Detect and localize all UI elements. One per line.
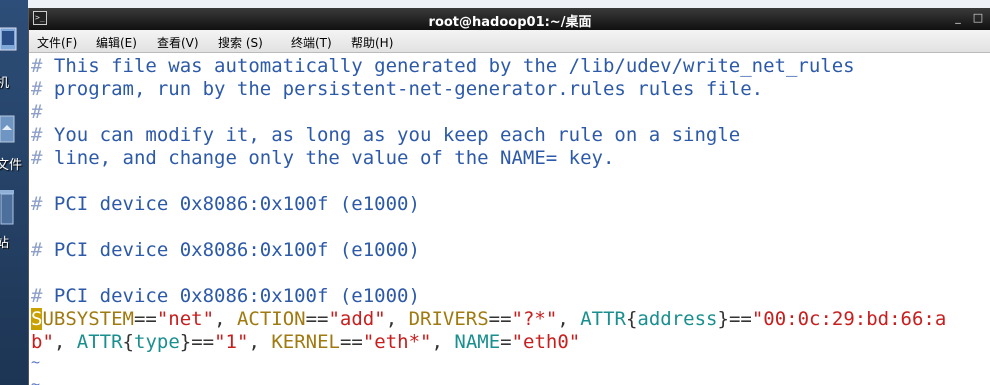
- terminal-line: # You can modify it, as long as you keep…: [31, 124, 741, 146]
- udev-rule-line-1: SUBSYSTEM=="net", ACTION=="add", DRIVERS…: [31, 308, 947, 330]
- terminal-line: # This file was automatically generated …: [31, 55, 855, 77]
- menu-file[interactable]: 文件(F): [37, 34, 77, 51]
- window-titlebar[interactable]: >_ root@hadoop01:~/桌面 _ □: [29, 8, 990, 30]
- home-folder-icon: [0, 115, 15, 143]
- empty-line-tilde: ~: [31, 353, 41, 371]
- desktop-icon-label: 文件: [0, 158, 23, 173]
- terminal-line: # line, and change only the value of the…: [31, 147, 615, 169]
- terminal-window: >_ root@hadoop01:~/桌面 _ □ 文件(F) 编辑(E) 查看…: [28, 8, 990, 385]
- minimize-button[interactable]: _: [951, 11, 965, 25]
- terminal-line: # PCI device 0x8086:0x100f (e1000): [31, 193, 420, 215]
- menu-view[interactable]: 查看(V): [157, 34, 199, 51]
- terminal-line: # program, run by the persistent-net-gen…: [31, 78, 764, 100]
- maximize-button[interactable]: □: [971, 11, 985, 25]
- menu-edit[interactable]: 编辑(E): [96, 34, 137, 51]
- text-cursor: S: [31, 308, 43, 330]
- trash-icon: [0, 190, 14, 225]
- empty-line-tilde: ~: [31, 375, 41, 385]
- computer-icon: [0, 27, 17, 51]
- terminal-line: #: [31, 101, 43, 123]
- terminal-line: # PCI device 0x8086:0x100f (e1000): [31, 285, 420, 307]
- menu-help[interactable]: 帮助(H): [351, 34, 393, 51]
- window-title: root@hadoop01:~/桌面: [428, 15, 592, 30]
- desktop-background: 机 文件 站: [0, 0, 28, 385]
- menu-terminal[interactable]: 终端(T): [291, 34, 332, 51]
- menu-bar: 文件(F) 编辑(E) 查看(V) 搜索 (S) 终端(T) 帮助(H): [29, 30, 990, 53]
- desktop-icon-label: 机: [0, 76, 10, 91]
- menu-search[interactable]: 搜索 (S): [218, 34, 263, 51]
- terminal-text-area[interactable]: # This file was automatically generated …: [29, 53, 990, 385]
- udev-rule-line-2: b", ATTR{type}=="1", KERNEL=="eth*", NAM…: [31, 331, 581, 353]
- desktop-icon-label: 站: [0, 236, 10, 251]
- terminal-line: # PCI device 0x8086:0x100f (e1000): [31, 239, 420, 261]
